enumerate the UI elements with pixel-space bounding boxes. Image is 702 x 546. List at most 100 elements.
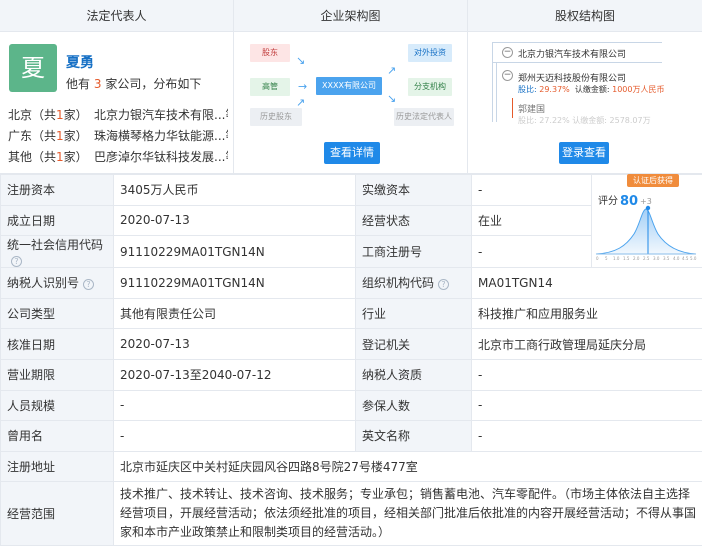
org-chart-header: 企业架构图	[234, 0, 467, 32]
field-label: 注册资本	[1, 175, 114, 206]
svg-text:5: 5	[605, 256, 608, 261]
help-icon[interactable]: ?	[11, 256, 22, 267]
field-value: -	[472, 421, 702, 452]
equity-header: 股权结构图	[468, 0, 702, 32]
field-label: 经营状态	[356, 205, 472, 236]
field-label: 经营范围	[1, 482, 114, 546]
business-scope: 技术推广、技术转让、技术咨询、技术服务；专业承包；销售蓄电池、汽车零配件。（市场…	[114, 482, 702, 546]
collapse-icon[interactable]: −	[502, 47, 513, 58]
region-company-link[interactable]: 珠海横琴格力华钛能源...等	[94, 127, 228, 144]
svg-text:3.5: 3.5	[663, 256, 670, 261]
field-value: -	[472, 175, 592, 206]
field-label: 工商注册号	[356, 236, 472, 268]
field-label: 人员规模	[1, 390, 114, 421]
arrow-icon: ↗	[296, 96, 305, 109]
field-label: 统一社会信用代码?	[1, 236, 114, 268]
table-row: 人员规模 - 参保人数 -	[1, 390, 702, 421]
field-value: -	[114, 390, 356, 421]
svg-text:4.0: 4.0	[673, 256, 680, 261]
distribution-curve	[596, 209, 696, 254]
equity-person-3-detail: 股比: 27.22% 认缴金额: 2578.07万	[518, 115, 651, 126]
equity-company-2-detail: 股比: 29.37% 认缴金额: 1000万人民币	[518, 84, 664, 95]
field-label: 公司类型	[1, 298, 114, 329]
field-label: 营业期限	[1, 359, 114, 390]
org-history-shareholder: 历史股东	[250, 108, 302, 126]
arrow-icon: →	[298, 80, 307, 93]
rep-summary: 他有 3 家公司，分布如下	[66, 75, 201, 92]
field-value: 2020-07-13	[114, 205, 356, 236]
company-profile: 法定代表人 夏 夏勇 他有 3 家公司，分布如下 北京（共1家） 北京力银汽车技…	[0, 0, 702, 542]
field-value: MA01TGN14	[472, 268, 702, 299]
arrow-icon: ↗	[387, 64, 396, 77]
arrow-icon: ↘	[296, 54, 305, 67]
equity-panel: 股权结构图 − 北京力银汽车技术有限公司 − 郑州天迈科技股份有限公司 股比: …	[468, 0, 702, 173]
score-axis: 0 5 1.0 1.5 2.0 2.5 3.0 3.5 4.0 4.5 5.0	[596, 256, 697, 261]
help-icon[interactable]: ?	[438, 279, 449, 290]
field-label: 英文名称	[356, 421, 472, 452]
org-chart-panel: 企业架构图 股东 高管 历史股东 ↘ → ↗ XXXX有限公司 ↗ ↘ 对外投资…	[234, 0, 468, 173]
verify-badge: 认证后获得	[627, 174, 679, 187]
company-info-table: 注册资本 3405万人民币 实缴资本 - 评分 80 +3 0 5	[0, 174, 702, 546]
region-guangdong: 广东（共1家）	[8, 127, 88, 144]
field-value: -	[114, 421, 356, 452]
help-icon[interactable]: ?	[83, 279, 94, 290]
score-marker	[646, 205, 650, 209]
svg-text:3.0: 3.0	[653, 256, 660, 261]
field-value: -	[472, 236, 592, 268]
region-company-link[interactable]: 北京力银汽车技术有限...等	[94, 106, 228, 123]
view-details-button[interactable]: 查看详情	[324, 142, 380, 164]
field-value: 91110229MA01TGN14N	[114, 236, 356, 268]
field-value: -	[472, 359, 702, 390]
org-history-rep: 历史法定代表人	[394, 108, 454, 126]
region-beijing: 北京（共1家）	[8, 106, 88, 123]
field-value: -	[472, 390, 702, 421]
score-widget[interactable]: 评分 80 +3 0 5 1.0 1.5 2.0 2.5 3	[592, 175, 702, 268]
field-value: 北京市工商行政管理局延庆分局	[472, 329, 702, 360]
collapse-icon[interactable]: −	[502, 70, 513, 81]
field-value: 科技推广和应用服务业	[472, 298, 702, 329]
field-label: 纳税人识别号?	[1, 268, 114, 299]
avatar: 夏	[9, 44, 57, 92]
registered-address: 北京市延庆区中关村延庆园风谷四路8号院27号楼477室	[114, 451, 702, 482]
field-value: 2020-07-13	[114, 329, 356, 360]
field-label: 注册地址	[1, 451, 114, 482]
score-delta: +3	[640, 197, 652, 206]
svg-text:1.0: 1.0	[613, 256, 620, 261]
legal-rep-panel: 法定代表人 夏 夏勇 他有 3 家公司，分布如下 北京（共1家） 北京力银汽车技…	[0, 0, 234, 173]
equity-person-3: 郭建国	[518, 102, 545, 115]
login-view-button[interactable]: 登录查看	[559, 142, 609, 164]
org-branch: 分支机构	[408, 78, 452, 96]
score-value: 80	[620, 194, 638, 209]
field-label: 核准日期	[1, 329, 114, 360]
svg-text:0: 0	[596, 256, 599, 261]
table-row: 注册资本 3405万人民币 实缴资本 - 评分 80 +3 0 5	[1, 175, 702, 206]
field-value: 其他有限责任公司	[114, 298, 356, 329]
field-label: 参保人数	[356, 390, 472, 421]
field-label: 组织机构代码?	[356, 268, 472, 299]
field-label: 曾用名	[1, 421, 114, 452]
org-center-company: XXXX有限公司	[316, 77, 382, 95]
region-company-link[interactable]: 巴彦淖尔华钛科技发展...等	[94, 148, 228, 165]
org-executive: 高管	[250, 78, 290, 96]
field-value: 91110229MA01TGN14N	[114, 268, 356, 299]
org-investment: 对外投资	[408, 44, 452, 62]
svg-text:1.5: 1.5	[623, 256, 630, 261]
equity-company-2: 郑州天迈科技股份有限公司	[518, 71, 626, 84]
field-label: 行业	[356, 298, 472, 329]
arrow-icon: ↘	[387, 92, 396, 105]
score-chart: 评分 80 +3 0 5 1.0 1.5 2.0 2.5 3	[592, 176, 702, 264]
field-label: 成立日期	[1, 205, 114, 236]
svg-text:5.0: 5.0	[690, 256, 697, 261]
field-value: 3405万人民币	[114, 175, 356, 206]
svg-text:2.0: 2.0	[633, 256, 640, 261]
legal-rep-header: 法定代表人	[0, 0, 233, 32]
region-other: 其他（共1家）	[8, 148, 88, 165]
org-shareholder: 股东	[250, 44, 290, 62]
table-row: 纳税人识别号? 91110229MA01TGN14N 组织机构代码? MA01T…	[1, 268, 702, 299]
table-row: 曾用名 - 英文名称 -	[1, 421, 702, 452]
rep-name-link[interactable]: 夏勇	[66, 52, 94, 72]
svg-text:4.5: 4.5	[682, 256, 689, 261]
table-row: 营业期限 2020-07-13至2040-07-12 纳税人资质 -	[1, 359, 702, 390]
field-label: 实缴资本	[356, 175, 472, 206]
equity-company-1: 北京力银汽车技术有限公司	[518, 47, 626, 60]
